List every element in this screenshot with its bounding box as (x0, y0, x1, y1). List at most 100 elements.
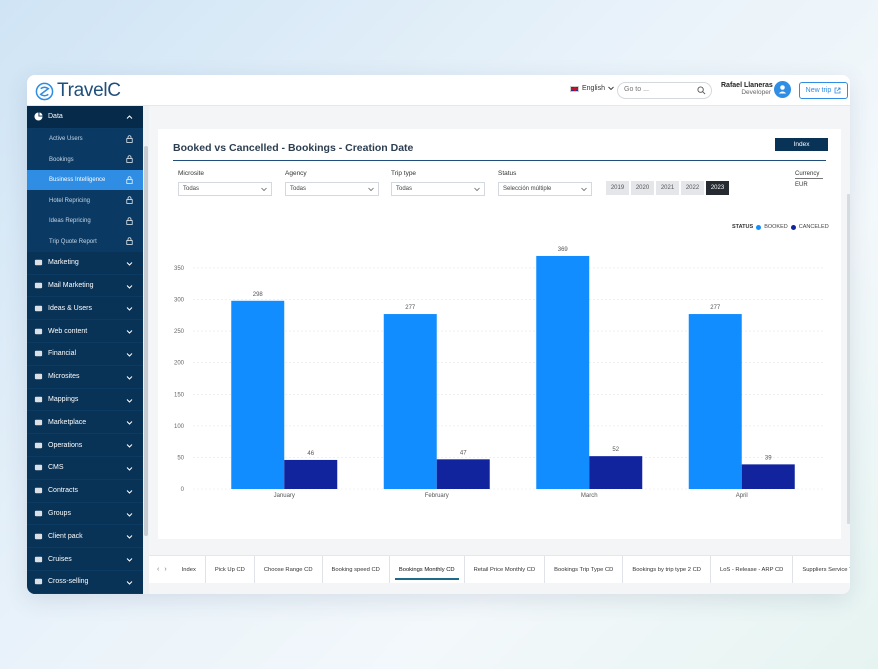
bar-canceled[interactable] (741, 464, 795, 489)
sidebar-item-operations[interactable]: Operations (27, 434, 143, 457)
title-divider (173, 160, 826, 161)
sidebar-item-contracts[interactable]: Contracts (27, 480, 143, 503)
filter-value: Selección múltiple (503, 186, 552, 192)
sidebar-item-label: Cruises (48, 555, 72, 563)
sidebar-item-microsites[interactable]: Microsites (27, 366, 143, 389)
year-button[interactable]: 2021 (656, 181, 679, 195)
index-button[interactable]: Index (775, 138, 828, 151)
bar-canceled[interactable] (284, 459, 338, 489)
sidebar-subitem[interactable]: Ideas Repricing (27, 210, 143, 232)
sidebar-item-cross-selling[interactable]: Cross-selling (27, 571, 143, 594)
uk-flag-icon (570, 85, 579, 92)
bar-canceled[interactable] (436, 459, 490, 489)
sidebar-subitem[interactable]: Business Intelligence (27, 169, 143, 191)
sidebar-item-label: Marketing (48, 259, 79, 267)
content-scrollbar[interactable] (847, 194, 850, 524)
chevron-down-icon (126, 558, 133, 562)
top-bar: TravelC English Rafael Llaneras Develope… (27, 75, 850, 106)
sidebar-subitem[interactable]: Trip Quote Report (27, 231, 143, 252)
sidebar-item-mappings[interactable]: Mappings (27, 389, 143, 412)
sidebar-item-marketing[interactable]: Marketing (27, 252, 143, 275)
bar-booked[interactable] (231, 300, 285, 489)
sidebar-subitem-label: Bookings (49, 156, 74, 163)
tab[interactable]: Bookings Monthly CD (390, 556, 465, 583)
bar-booked[interactable] (536, 255, 590, 489)
main-content: Booked vs Cancelled - Bookings - Creatio… (149, 106, 850, 594)
sidebar-item-label: CMS (48, 464, 64, 472)
microsite-select[interactable]: Todas (178, 182, 272, 196)
user-info[interactable]: Rafael Llaneras Developer (721, 82, 773, 96)
chevron-down-icon (608, 86, 614, 91)
avatar[interactable] (774, 81, 791, 98)
tab[interactable]: Suppliers Service Type CD (793, 556, 850, 583)
trip-type-select[interactable]: Todas (391, 182, 485, 196)
tab[interactable]: Bookings Trip Type CD (545, 556, 624, 583)
tab[interactable]: Bookings by trip type 2 CD (623, 556, 711, 583)
language-selector[interactable]: English (570, 85, 614, 92)
chevron-down-icon (474, 187, 480, 192)
sidebar-item-data[interactable]: Data (27, 106, 143, 129)
tab-nav: ‹ › (149, 566, 173, 573)
new-trip-button[interactable]: New trip (799, 82, 848, 99)
data-label: 47 (460, 450, 467, 456)
tab-next-icon[interactable]: › (164, 566, 166, 573)
bar-booked[interactable] (688, 314, 742, 489)
sidebar-subitem[interactable]: Active Users (27, 128, 143, 150)
search-icon[interactable] (697, 86, 706, 95)
trip-type-filter: Trip type Todas (391, 170, 485, 196)
sidebar-item-financial[interactable]: Financial (27, 343, 143, 366)
sidebar-item-client-pack[interactable]: Client pack (27, 525, 143, 549)
year-slicer: 2019 2020 2021 2022 2023 (606, 181, 729, 195)
tab[interactable]: Index (173, 556, 206, 583)
sidebar-subitem[interactable]: Bookings (27, 149, 143, 170)
report-title: Booked vs Cancelled - Bookings - Creatio… (173, 142, 414, 154)
users-icon (33, 303, 43, 313)
bar-canceled[interactable] (589, 456, 643, 489)
sidebar-item-cruises[interactable]: Cruises (27, 548, 143, 571)
currency-selector[interactable]: Currency EUR (795, 171, 823, 188)
x-tick-label: April (736, 493, 748, 499)
chevron-down-icon (126, 375, 133, 380)
tab[interactable]: Booking speed CD (323, 556, 390, 583)
goto-search[interactable] (617, 82, 712, 99)
chevron-down-icon (126, 330, 133, 334)
year-button[interactable]: 2023 (706, 181, 729, 195)
sidebar-item-label: Mappings (48, 395, 79, 403)
tab[interactable]: Pick Up CD (206, 556, 255, 583)
microsite-filter: Microsite Todas (178, 170, 272, 196)
data-label: 277 (405, 305, 416, 311)
groups-icon (33, 508, 43, 518)
tab[interactable]: Retail Price Monthly CD (465, 556, 546, 583)
app-window: TravelC English Rafael Llaneras Develope… (27, 75, 850, 594)
user-icon (778, 85, 787, 94)
sidebar-subitem[interactable]: Hotel Repricing (27, 190, 143, 211)
agency-select[interactable]: Todas (285, 182, 379, 196)
pen-icon (33, 326, 43, 336)
tab[interactable]: Choose Range CD (255, 556, 323, 583)
sidebar-item-label: Client pack (48, 532, 83, 540)
travelc-logo[interactable]: TravelC (35, 80, 121, 102)
sidebar-item-web-content[interactable]: Web content (27, 320, 143, 343)
scrollbar-thumb[interactable] (144, 146, 148, 536)
tab-list: Index Pick Up CD Choose Range CD Booking sp… (173, 556, 850, 583)
sidebar-item-groups[interactable]: Groups (27, 503, 143, 526)
year-button[interactable]: 2019 (606, 181, 629, 195)
tab-prev-icon[interactable]: ‹ (157, 566, 159, 573)
bar-booked[interactable] (383, 314, 437, 489)
sidebar-item-label: Microsites (48, 373, 80, 381)
status-select[interactable]: Selección múltiple (498, 182, 592, 196)
sidebar-item-label: Groups (48, 509, 71, 517)
filter-label: Status (498, 170, 517, 177)
sidebar-item-cms[interactable]: CMS (27, 457, 143, 480)
sidebar-item-mail-marketing[interactable]: Mail Marketing (27, 275, 143, 298)
bar-chart: 0 50 100 150 200 250 300 350 298 46 January 277 47 Fe… (174, 247, 823, 499)
year-button[interactable]: 2020 (631, 181, 654, 195)
y-tick-label: 250 (174, 329, 185, 335)
chevron-down-icon (126, 512, 133, 517)
goto-input[interactable] (624, 86, 694, 93)
sidebar-item-marketplace[interactable]: Marketplace (27, 411, 143, 435)
language-label: English (582, 85, 605, 92)
year-button[interactable]: 2022 (681, 181, 704, 195)
tab[interactable]: LoS - Release - ARP CD (711, 556, 794, 583)
sidebar-item-ideas-users[interactable]: Ideas & Users (27, 297, 143, 321)
